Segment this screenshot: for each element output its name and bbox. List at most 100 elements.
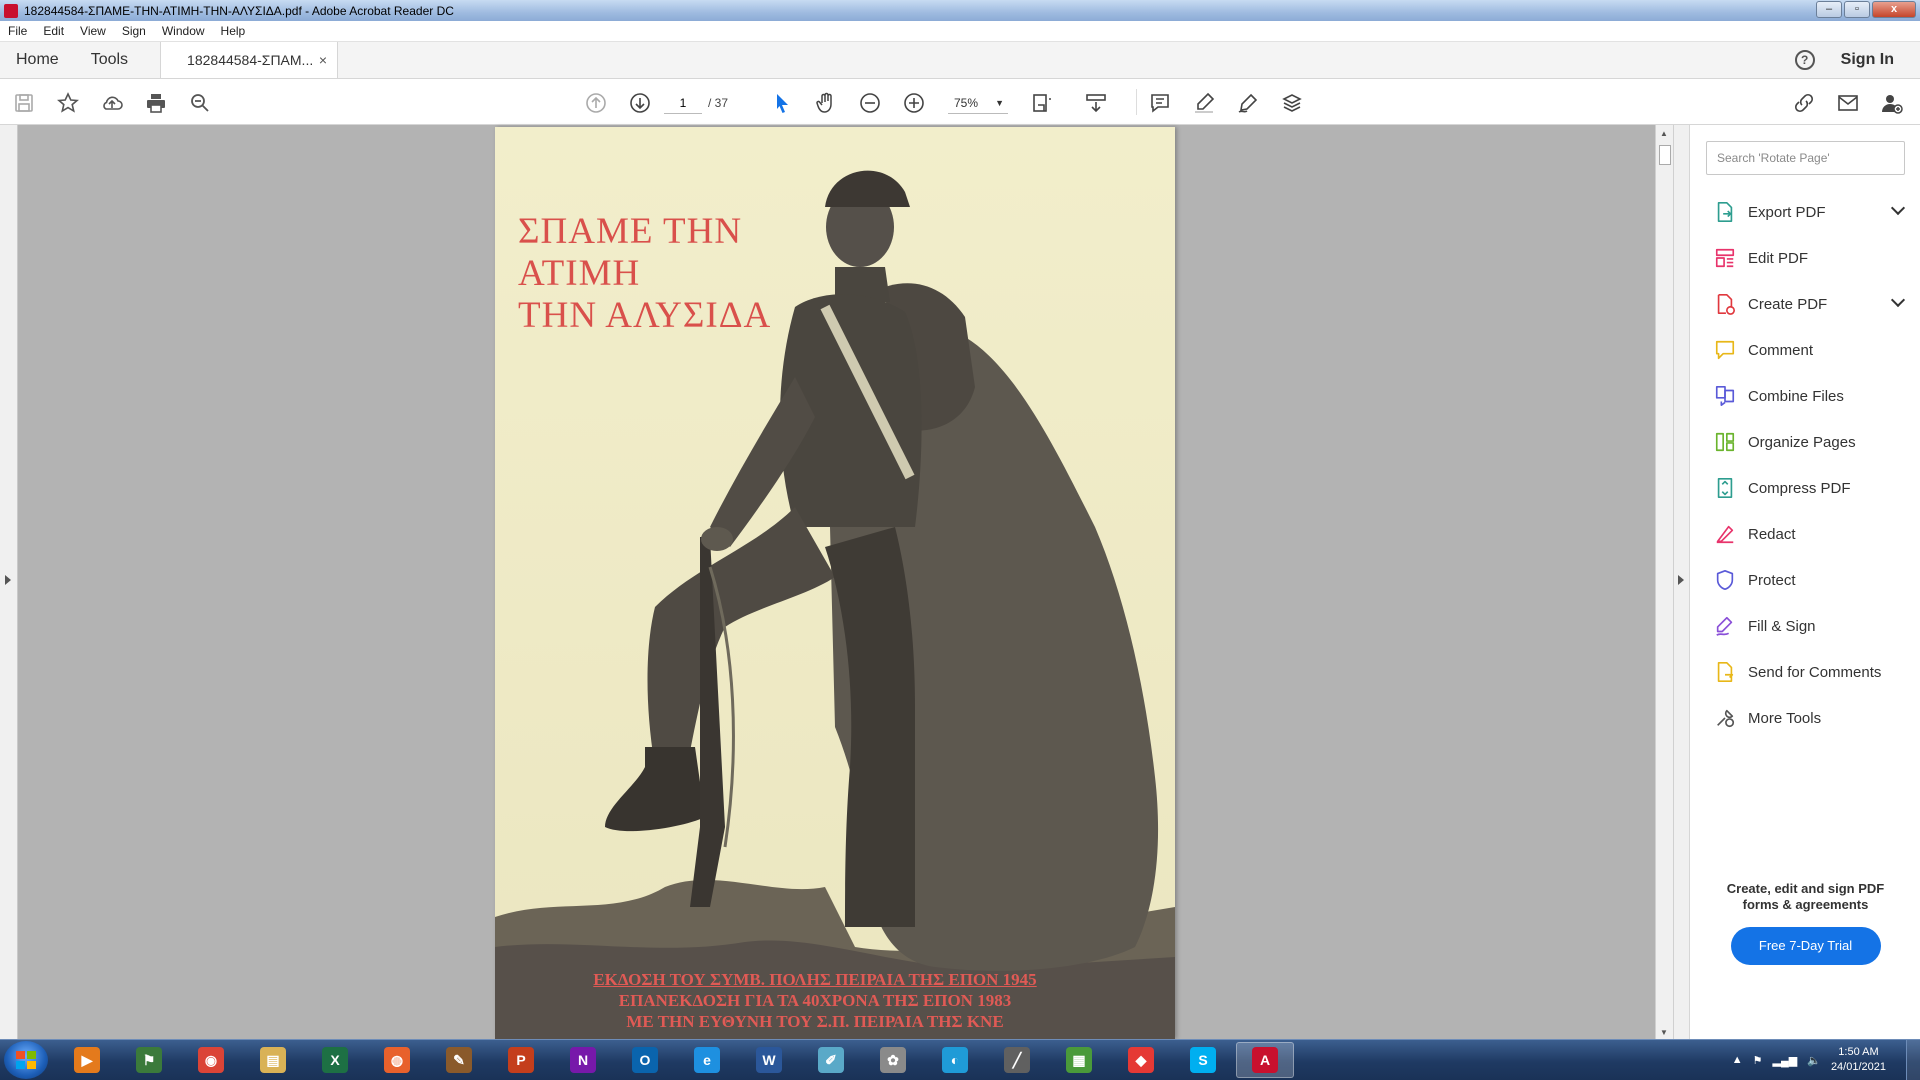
- network-signal-icon[interactable]: ▂▄▆: [1773, 1054, 1798, 1067]
- scroll-up-icon[interactable]: ▲: [1660, 129, 1668, 138]
- acrobat-icon: A: [1252, 1047, 1278, 1073]
- taskbar-outlook-button[interactable]: O: [616, 1042, 674, 1078]
- taskbar-excel-button[interactable]: X: [306, 1042, 364, 1078]
- vertical-scrollbar[interactable]: ▲ ▼: [1655, 125, 1673, 1039]
- maximize-button[interactable]: ▫: [1844, 1, 1870, 18]
- menu-bar: File Edit View Sign Window Help: [0, 21, 1920, 42]
- upload-cloud-icon[interactable]: [100, 91, 124, 115]
- taskbar-word-button[interactable]: W: [740, 1042, 798, 1078]
- taskbar-network-button[interactable]: ⚑: [120, 1042, 178, 1078]
- action-center-flag-icon[interactable]: ⚑: [1753, 1054, 1763, 1067]
- paint-palette-icon: ✿: [880, 1047, 906, 1073]
- scroll-down-icon[interactable]: ▼: [1660, 1028, 1668, 1037]
- close-window-button[interactable]: x: [1872, 1, 1916, 18]
- email-icon[interactable]: [1836, 91, 1860, 115]
- taskbar-paint-palette-button[interactable]: ✿: [864, 1042, 922, 1078]
- clock[interactable]: 1:50 AM 24/01/2021: [1831, 1045, 1886, 1075]
- find-zoom-icon[interactable]: [188, 91, 212, 115]
- chevron-down-icon[interactable]: [1890, 200, 1906, 216]
- tool-item-fill-sign[interactable]: Fill & Sign: [1690, 603, 1920, 649]
- menu-help[interactable]: Help: [221, 24, 246, 38]
- tab-document[interactable]: 182844584-ΣΠΑΜ... ×: [160, 42, 339, 78]
- taskbar-anydesk-button[interactable]: ◆: [1112, 1042, 1170, 1078]
- tool-item-organize-pages[interactable]: Organize Pages: [1690, 419, 1920, 465]
- show-hidden-icons-icon[interactable]: ▲: [1732, 1054, 1743, 1066]
- paint-icon: ✎: [446, 1047, 472, 1073]
- menu-sign[interactable]: Sign: [122, 24, 146, 38]
- taskbar-tool-button[interactable]: ╱: [988, 1042, 1046, 1078]
- tool-item-export-pdf[interactable]: Export PDF: [1690, 189, 1920, 235]
- left-panel-toggle[interactable]: [0, 125, 18, 1039]
- zoom-level-dropdown[interactable]: 75% ▼: [948, 92, 1008, 114]
- highlight-pen-icon[interactable]: [1192, 91, 1216, 115]
- taskbar-internet-explorer-button[interactable]: e: [678, 1042, 736, 1078]
- taskbar-acrobat-button[interactable]: A: [1236, 1042, 1294, 1078]
- tool-item-combine-files[interactable]: Combine Files: [1690, 373, 1920, 419]
- menu-view[interactable]: View: [80, 24, 106, 38]
- tab-home[interactable]: Home: [0, 42, 75, 78]
- tool-item-compress-pdf[interactable]: Compress PDF: [1690, 465, 1920, 511]
- tool-icon: ╱: [1004, 1047, 1030, 1073]
- show-desktop-button[interactable]: [1906, 1040, 1920, 1080]
- tool-item-create-pdf[interactable]: Create PDF: [1690, 281, 1920, 327]
- scrolling-mode-icon[interactable]: [1084, 91, 1108, 115]
- save-icon[interactable]: [12, 91, 36, 115]
- taskbar-skype-button[interactable]: S: [1174, 1042, 1232, 1078]
- tool-item-edit-pdf[interactable]: Edit PDF: [1690, 235, 1920, 281]
- comment-icon[interactable]: [1148, 91, 1172, 115]
- cover-title: ΣΠΑΜΕ ΤΗΝ ΑΤΙΜΗ ΤΗΝ ΑΛΥΣΙΔΑ: [518, 211, 918, 337]
- close-tab-icon[interactable]: ×: [319, 52, 327, 68]
- taskbar-firefox-button[interactable]: ◍: [368, 1042, 426, 1078]
- tool-item-more-tools[interactable]: More Tools: [1690, 695, 1920, 741]
- hand-tool-icon[interactable]: [814, 91, 838, 115]
- taskbar-onenote-button[interactable]: N: [554, 1042, 612, 1078]
- taskbar-media-player-button[interactable]: ▶: [58, 1042, 116, 1078]
- zoom-out-icon[interactable]: [858, 91, 882, 115]
- taskbar-powerpoint-button[interactable]: P: [492, 1042, 550, 1078]
- right-panel-toggle[interactable]: [1673, 125, 1689, 1039]
- taskbar-chrome-button[interactable]: ◉: [182, 1042, 240, 1078]
- tool-item-redact[interactable]: Redact: [1690, 511, 1920, 557]
- toolbar: / 37 75% ▼: [0, 79, 1920, 125]
- document-viewer[interactable]: ΣΠΑΜΕ ΤΗΝ ΑΤΙΜΗ ΤΗΝ ΑΛΥΣΙΔΑ ΕΚΔΟΣΗ ΤΟΥ Σ…: [0, 125, 1675, 1039]
- tool-item-protect[interactable]: Protect: [1690, 557, 1920, 603]
- free-trial-button[interactable]: Free 7-Day Trial: [1730, 927, 1881, 965]
- menu-window[interactable]: Window: [162, 24, 205, 38]
- next-page-icon[interactable]: [628, 91, 652, 115]
- sign-pen-icon[interactable]: [1236, 91, 1260, 115]
- start-button[interactable]: [4, 1041, 48, 1079]
- share-icon[interactable]: [1280, 91, 1304, 115]
- chevron-down-icon[interactable]: [1890, 292, 1906, 308]
- tools-search-input[interactable]: [1706, 141, 1905, 175]
- clock-date: 24/01/2021: [1830, 1061, 1886, 1073]
- tool-item-send-for-comments[interactable]: Send for Comments: [1690, 649, 1920, 695]
- sign-in-button[interactable]: Sign In: [1841, 51, 1894, 69]
- taskbar-paint-button[interactable]: ✎: [430, 1042, 488, 1078]
- print-icon[interactable]: [144, 91, 168, 115]
- minimize-button[interactable]: –: [1816, 1, 1842, 18]
- fill-sign-icon: [1714, 615, 1736, 637]
- protect-icon: [1714, 569, 1736, 591]
- fit-page-icon[interactable]: [1030, 91, 1054, 115]
- taskbar-file-explorer-button[interactable]: ▤: [244, 1042, 302, 1078]
- select-cursor-icon[interactable]: [770, 91, 794, 115]
- outlook-icon: O: [632, 1047, 658, 1073]
- add-user-icon[interactable]: [1880, 91, 1904, 115]
- link-pen-icon[interactable]: [1792, 91, 1816, 115]
- tool-item-comment[interactable]: Comment: [1690, 327, 1920, 373]
- previous-page-icon[interactable]: [584, 91, 608, 115]
- bookmark-star-icon[interactable]: [56, 91, 80, 115]
- page-number-input[interactable]: [664, 92, 702, 114]
- scrollbar-thumb[interactable]: [1659, 145, 1671, 165]
- taskbar-edge-button[interactable]: ◐: [926, 1042, 984, 1078]
- zoom-in-icon[interactable]: [902, 91, 926, 115]
- expand-left-panel-icon: [5, 575, 11, 585]
- menu-file[interactable]: File: [8, 24, 27, 38]
- volume-icon[interactable]: 🔈: [1807, 1054, 1821, 1067]
- taskbar-project-button[interactable]: ▦: [1050, 1042, 1108, 1078]
- help-icon[interactable]: ?: [1794, 50, 1815, 70]
- menu-edit[interactable]: Edit: [43, 24, 64, 38]
- tab-tools[interactable]: Tools: [75, 42, 144, 78]
- send-for-comments-icon: [1714, 661, 1736, 683]
- taskbar-notes-button[interactable]: ✐: [802, 1042, 860, 1078]
